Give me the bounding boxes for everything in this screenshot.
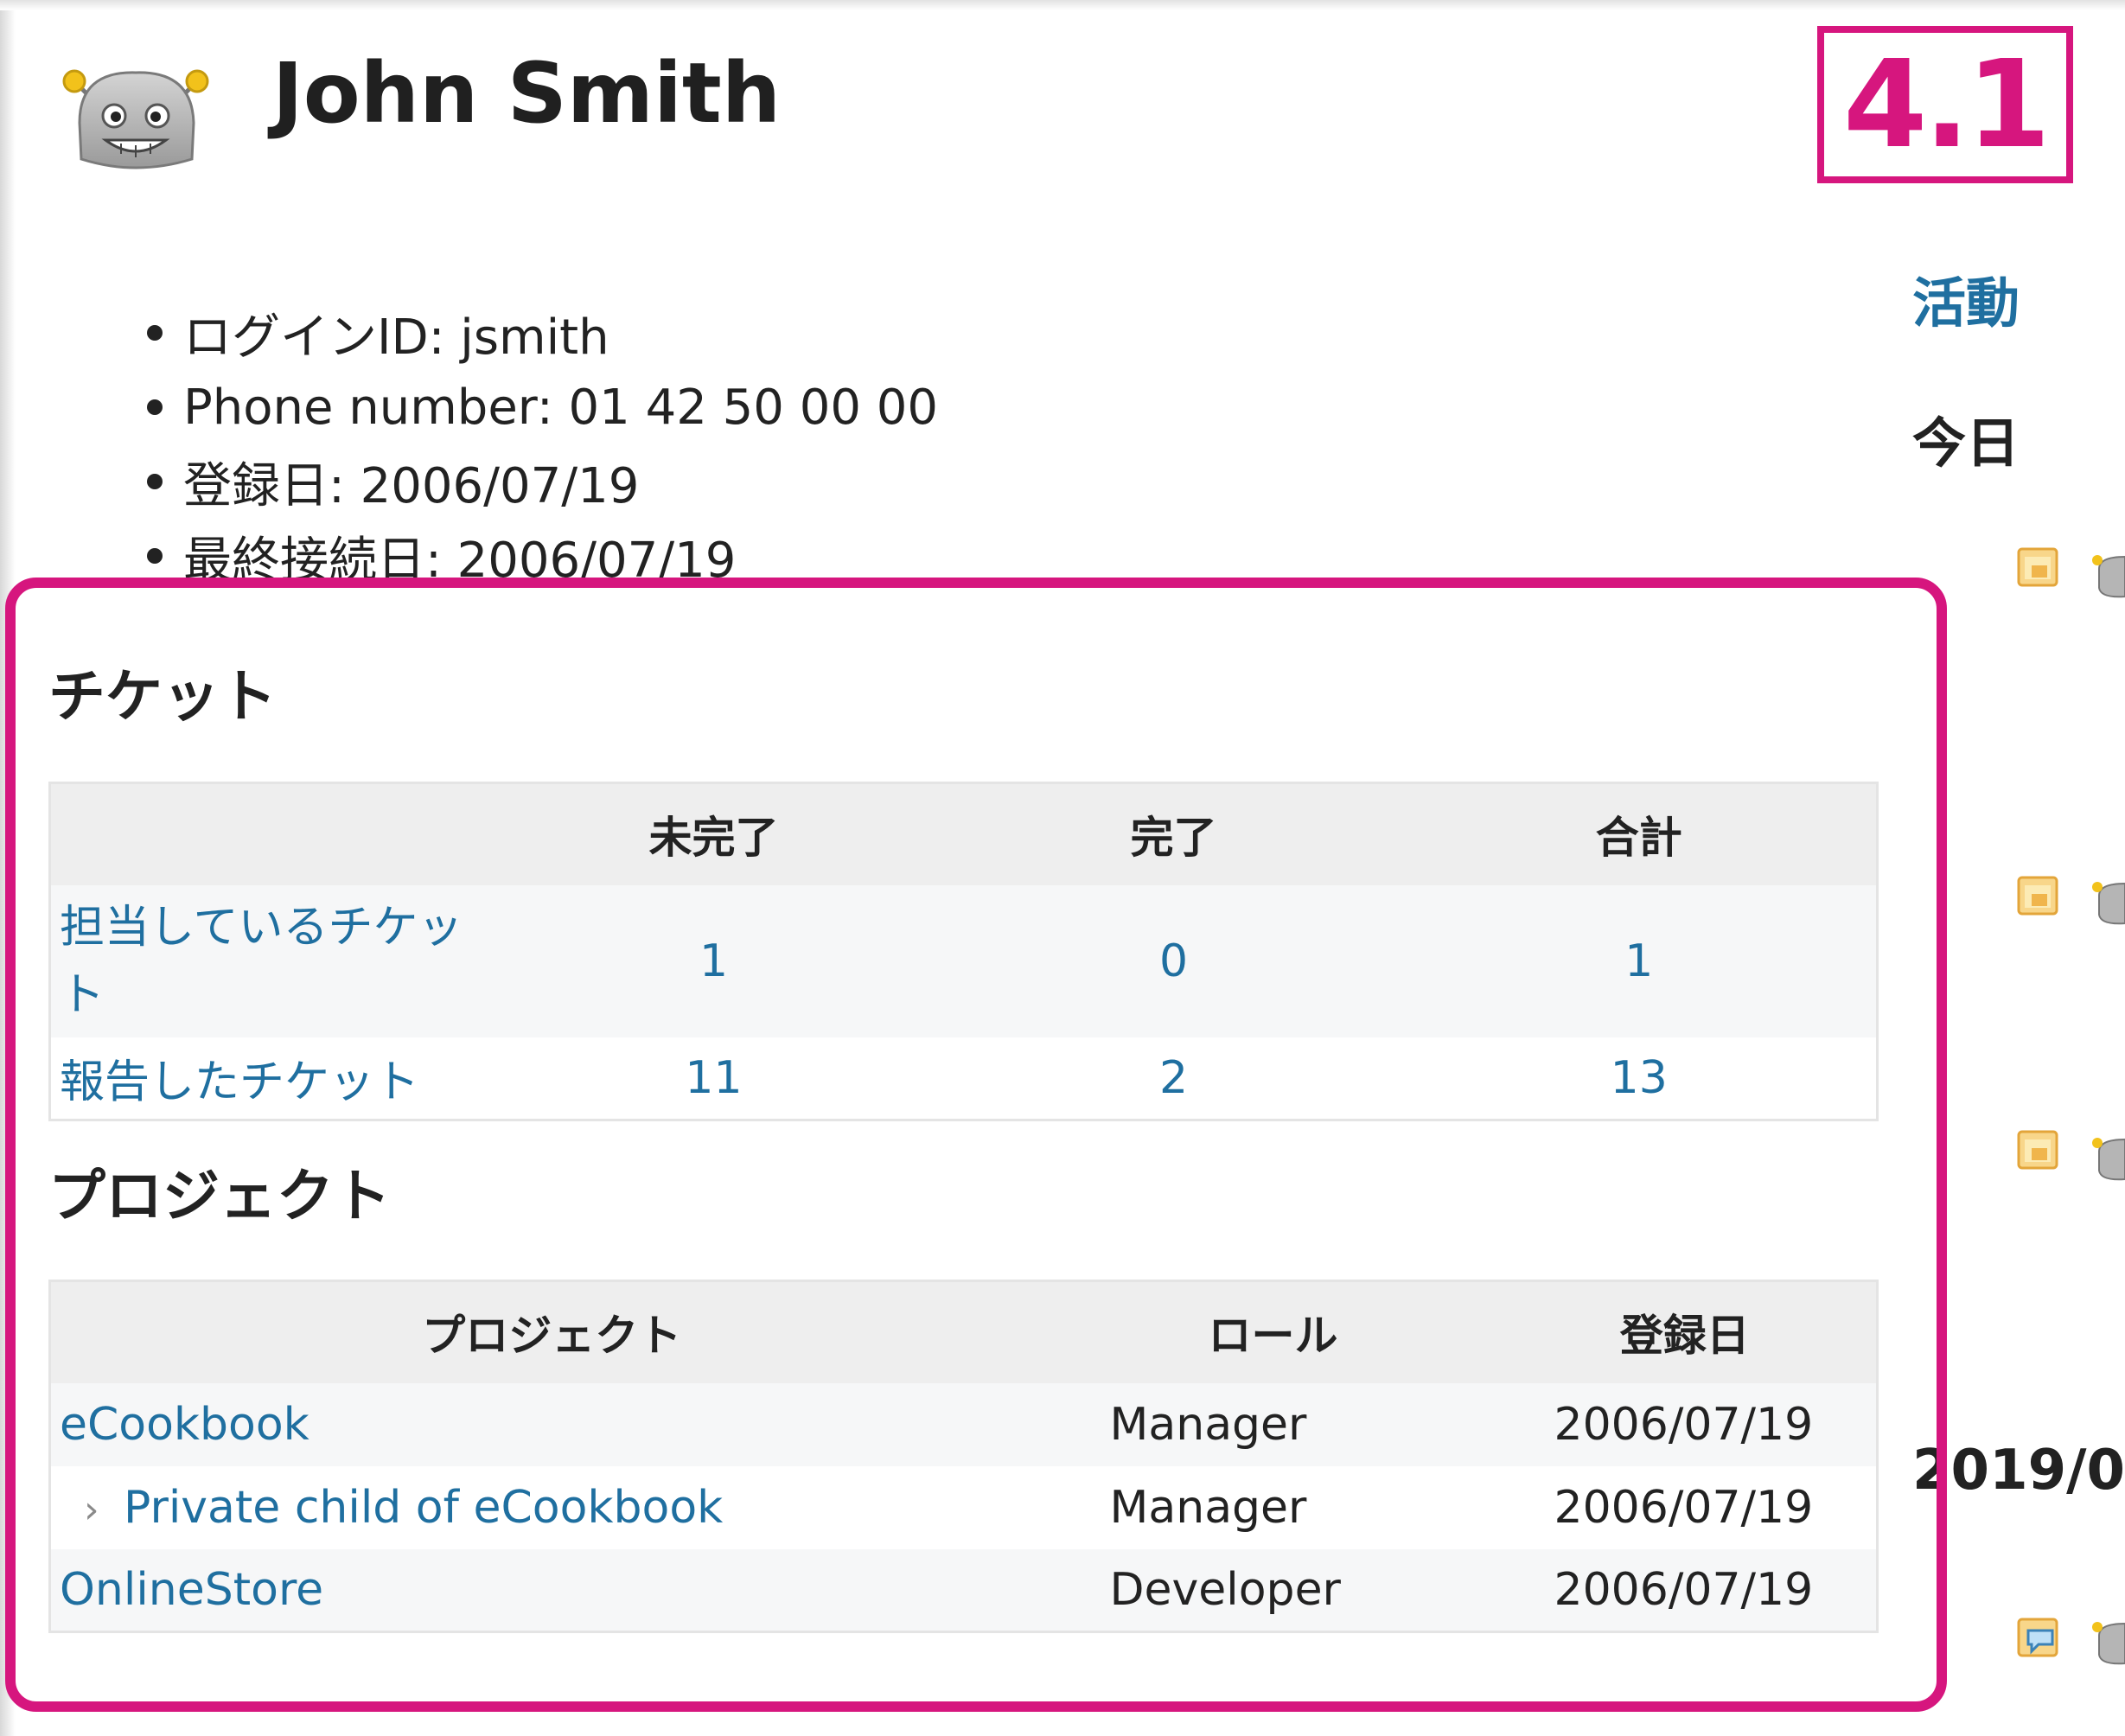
table-row: › Private child of eCookbook Manager 2006… bbox=[49, 1465, 1878, 1549]
issue-count-link[interactable]: 0 bbox=[1159, 935, 1188, 987]
issue-count-link[interactable]: 11 bbox=[685, 1052, 742, 1104]
user-name: John Smith bbox=[272, 45, 782, 142]
issue-icon bbox=[2017, 547, 2058, 587]
date-cell: 2006/07/19 bbox=[1493, 1465, 1878, 1549]
column-header: 未完了 bbox=[482, 782, 946, 885]
issue-count-link[interactable]: 1 bbox=[699, 935, 728, 987]
issue-count-link[interactable]: 13 bbox=[1611, 1052, 1668, 1104]
comment-icon bbox=[2017, 1618, 2058, 1657]
info-label: 登録日: 2006/07/19 bbox=[183, 457, 640, 514]
robot-avatar-icon bbox=[2092, 882, 2125, 925]
info-item-phone: Phone number: 01 42 50 00 00 bbox=[147, 370, 938, 444]
role-cell: Developer bbox=[1052, 1548, 1494, 1632]
robot-avatar-icon bbox=[62, 69, 209, 169]
version-badge: 4.1 bbox=[1817, 26, 2073, 183]
column-header: ロール bbox=[1052, 1280, 1494, 1383]
page-edge-top bbox=[0, 0, 2125, 10]
date-cell: 2006/07/19 bbox=[1493, 1548, 1878, 1632]
user-info-list: ログインID: jsmith Phone number: 01 42 50 00… bbox=[147, 296, 938, 593]
today-heading: 今日 bbox=[1912, 412, 2020, 475]
projects-header-row: プロジェクト ロール 登録日 bbox=[49, 1280, 1878, 1383]
projects-table: プロジェクト ロール 登録日 eCookbook Manager 2006/07… bbox=[48, 1280, 1879, 1633]
bullet-icon bbox=[147, 399, 163, 415]
project-link[interactable]: eCookbook bbox=[60, 1399, 309, 1451]
info-item-registered: 登録日: 2006/07/19 bbox=[147, 444, 938, 519]
bullet-icon bbox=[147, 474, 163, 489]
issue-icon bbox=[2017, 876, 2058, 916]
robot-avatar-icon bbox=[2092, 1138, 2125, 1181]
version-text: 4.1 bbox=[1842, 34, 2051, 176]
bullet-icon bbox=[147, 548, 163, 564]
role-cell: Manager bbox=[1052, 1465, 1494, 1549]
bullet-icon bbox=[147, 325, 163, 341]
issue-icon bbox=[2017, 1130, 2058, 1170]
column-header: プロジェクト bbox=[49, 1280, 1053, 1383]
date-cell: 2006/07/19 bbox=[1493, 1382, 1878, 1466]
table-row: 報告したチケット 11 2 13 bbox=[49, 1037, 1878, 1120]
info-label: Phone number: 01 42 50 00 00 bbox=[183, 379, 939, 436]
info-item-login: ログインID: jsmith bbox=[147, 296, 938, 370]
column-header: 合計 bbox=[1401, 782, 1878, 885]
issues-header-row: 未完了 完了 合計 bbox=[49, 782, 1878, 885]
issues-table: 未完了 完了 合計 担当しているチケット 1 0 1 報告したチケット 11 2… bbox=[48, 782, 1879, 1121]
assigned-issues-link[interactable]: 担当しているチケット bbox=[60, 902, 463, 1021]
table-row: eCookbook Manager 2006/07/19 bbox=[49, 1382, 1878, 1466]
role-cell: Manager bbox=[1052, 1382, 1494, 1466]
project-link[interactable]: Private child of eCookbook bbox=[124, 1482, 723, 1534]
column-header: 登録日 bbox=[1493, 1280, 1878, 1383]
column-header bbox=[49, 782, 482, 885]
robot-avatar-icon bbox=[2092, 1622, 2125, 1665]
projects-heading: プロジェクト bbox=[48, 1163, 391, 1229]
info-label: ログインID: jsmith bbox=[183, 309, 609, 366]
issues-heading: チケット bbox=[48, 663, 277, 730]
reported-issues-link[interactable]: 報告したチケット bbox=[60, 1056, 419, 1108]
activity-link[interactable]: 活動 bbox=[1912, 259, 2020, 337]
issue-count-link[interactable]: 1 bbox=[1624, 935, 1653, 987]
table-row: 担当しているチケット 1 0 1 bbox=[49, 884, 1878, 1037]
table-row: OnlineStore Developer 2006/07/19 bbox=[49, 1548, 1878, 1632]
column-header: 完了 bbox=[945, 782, 1402, 885]
robot-avatar-icon bbox=[2092, 555, 2125, 598]
project-link[interactable]: OnlineStore bbox=[60, 1564, 323, 1616]
issue-count-link[interactable]: 2 bbox=[1159, 1052, 1188, 1104]
chevron-right-icon: › bbox=[84, 1487, 99, 1532]
